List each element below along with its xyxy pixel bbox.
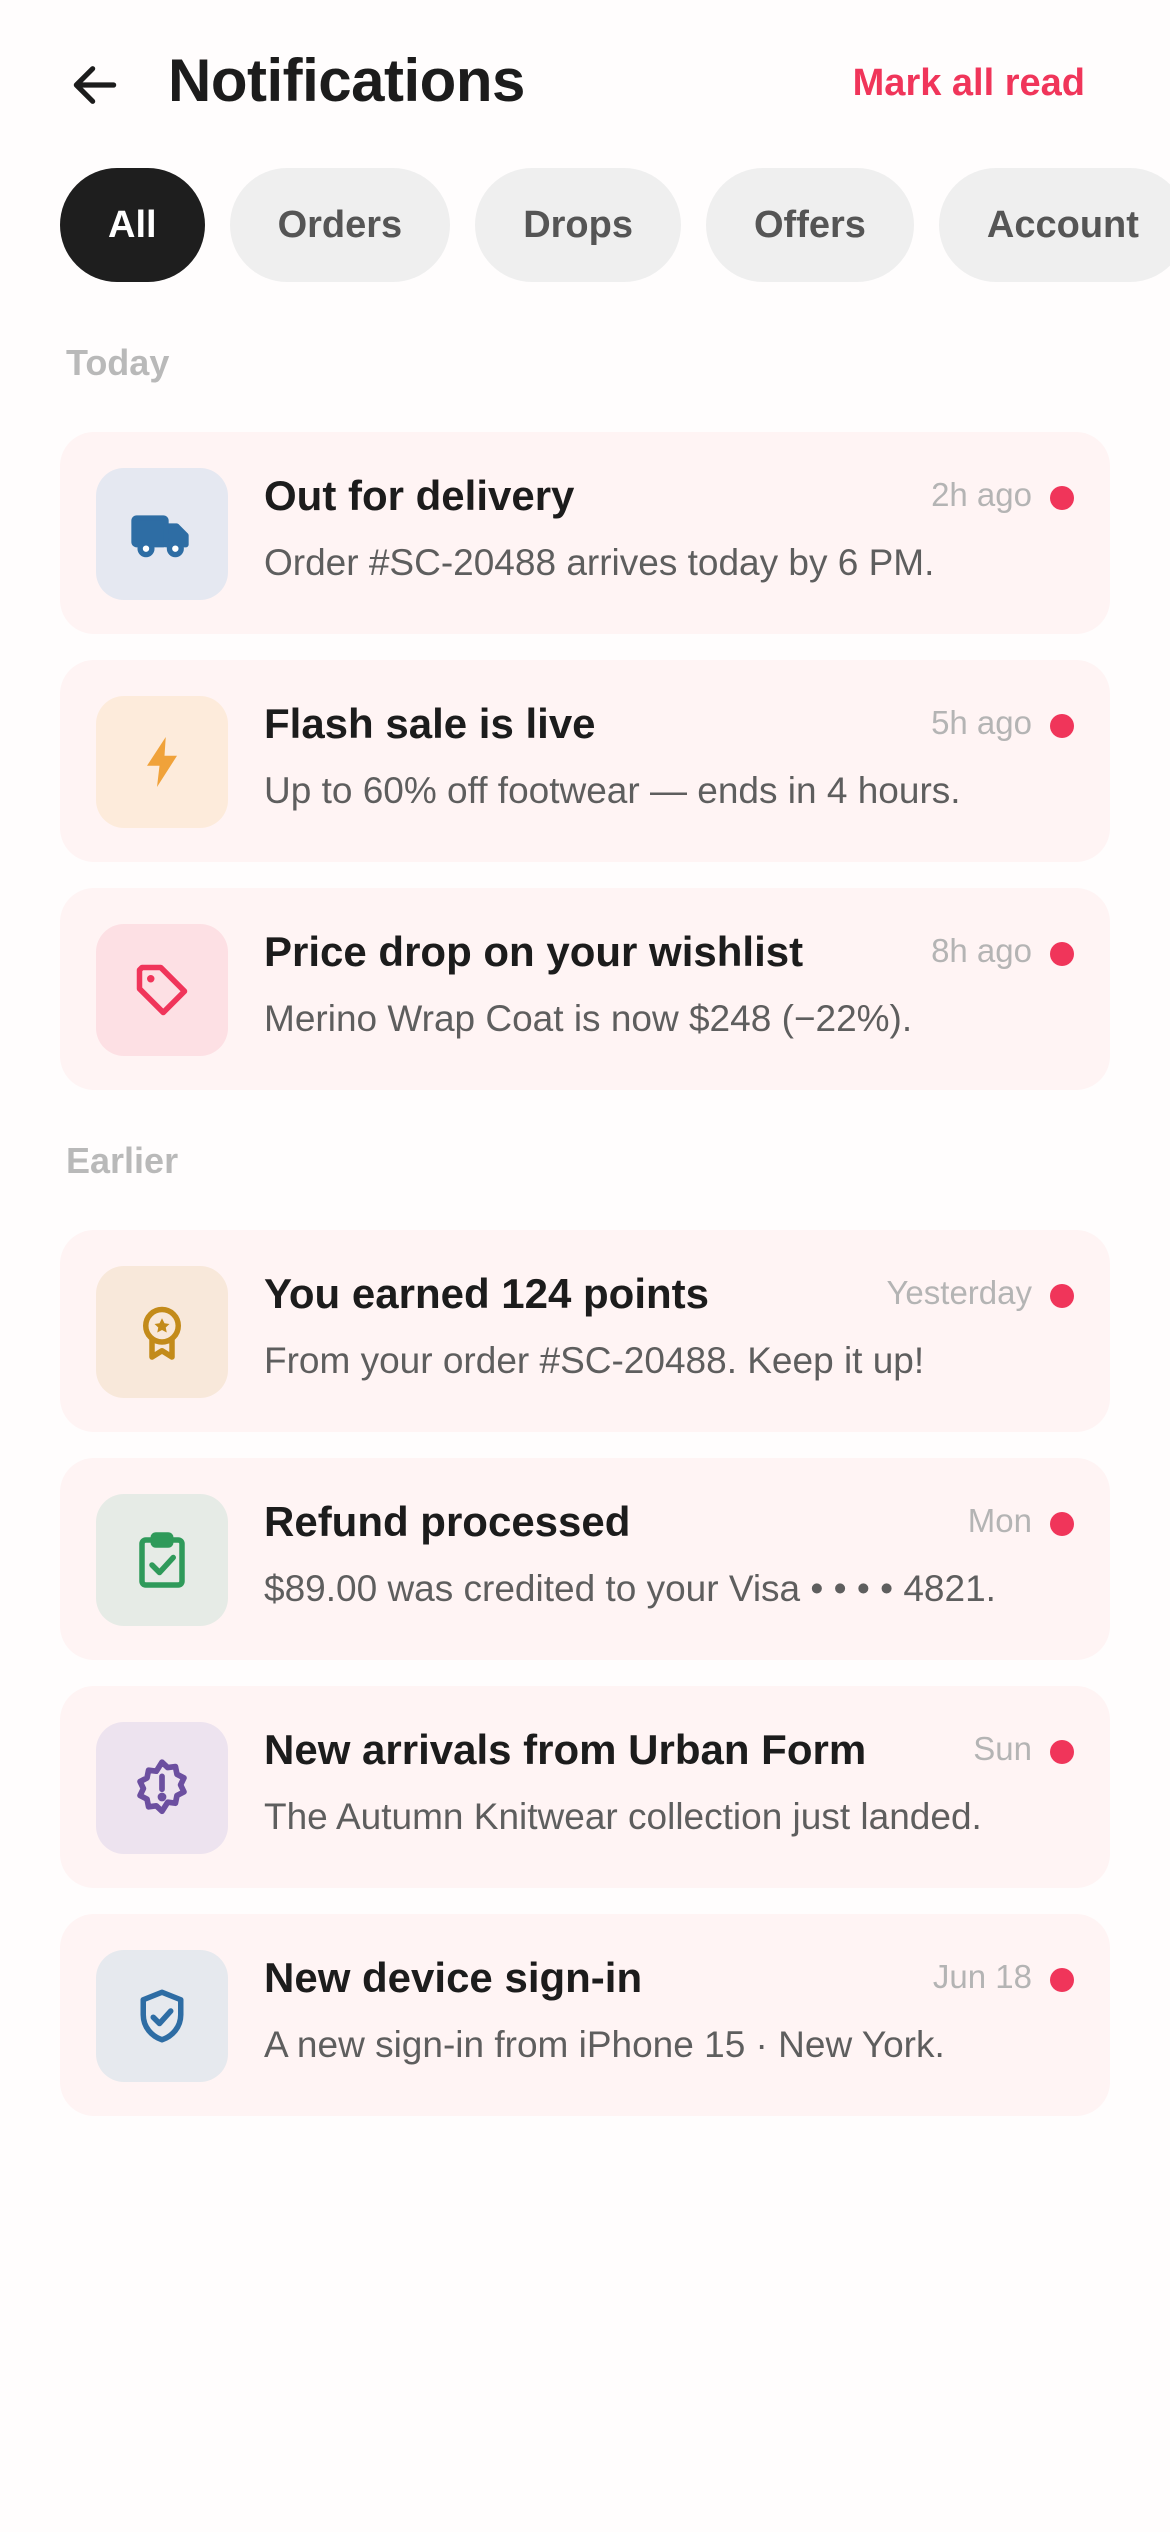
shield-check-icon [140,1989,184,2043]
notification-icon-box [96,468,228,600]
filter-chip-all[interactable]: All [60,168,205,282]
notification-time: Jun 18 [932,1958,1032,1995]
notification-icon-box [96,696,228,828]
filter-chip-orders[interactable]: Orders [229,168,451,282]
truck-icon [131,515,189,558]
unread-dot [1050,714,1074,738]
back-button[interactable] [62,52,128,118]
notification-body: Merino Wrap Coat is now $248 (−22%). [264,998,913,1039]
notification-icon-box [96,1266,228,1398]
notification-title: You earned 124 points [264,1270,709,1317]
filter-chips: All Orders Drops Offers Account [60,168,1170,282]
app-header: Notifications Mark all read [0,0,1170,160]
tag-icon [136,964,188,1016]
unread-dot [1050,486,1074,510]
notification-title: Flash sale is live [264,700,596,747]
notification-title: New device sign-in [264,1954,643,2001]
notification-body: Up to 60% off footwear — ends in 4 hours… [264,770,961,811]
notification-title: Out for delivery [264,472,575,519]
clipboard-check-icon [139,1532,185,1588]
unread-dot [1050,1512,1074,1536]
notification-time: 5h ago [931,704,1032,741]
notification-icon-box [96,1950,228,2082]
notification-icon-box [96,1722,228,1854]
notification-card[interactable]: Out for delivery Order #SC-20488 arrives… [60,432,1110,634]
notification-icon-box [96,1494,228,1626]
badge-icon [143,1306,181,1360]
alert-badge-icon [137,1759,187,1815]
notification-time: Sun [973,1730,1032,1767]
notification-body: Order #SC-20488 arrives today by 6 PM. [264,542,935,583]
notification-card[interactable]: Flash sale is live Up to 60% off footwea… [60,660,1110,862]
page-title: Notifications [168,47,525,114]
notification-card[interactable]: New device sign-in A new sign-in from iP… [60,1914,1110,2116]
notification-body: A new sign-in from iPhone 15 · New York. [264,2024,945,2065]
notification-card[interactable]: Refund processed $89.00 was credited to … [60,1458,1110,1660]
lightning-icon [147,737,177,787]
notification-card[interactable]: You earned 124 points From your order #S… [60,1230,1110,1432]
notification-time: Mon [967,1502,1032,1539]
filter-chip-account[interactable]: Account [938,168,1170,282]
notification-title: Price drop on your wishlist [264,928,804,975]
notification-card[interactable]: Price drop on your wishlist Merino Wrap … [60,888,1110,1090]
notification-icon-box [96,924,228,1056]
filter-chip-offers[interactable]: Offers [705,168,914,282]
notification-body: $89.00 was credited to your Visa • • • •… [264,1568,996,1609]
mark-all-read-button[interactable]: Mark all read [853,62,1085,105]
notification-title: Refund processed [264,1498,631,1545]
unread-dot [1050,942,1074,966]
section-label-earlier: Earlier [66,1140,179,1181]
notification-time: 8h ago [931,932,1032,969]
section-label-today: Today [66,342,170,383]
unread-dot [1050,1968,1074,1992]
notification-title: New arrivals from Urban Form [264,1726,867,1773]
unread-dot [1050,1284,1074,1308]
notification-body: From your order #SC-20488. Keep it up! [264,1340,925,1381]
arrow-left-icon [73,66,117,104]
notification-time: Yesterday [886,1274,1032,1311]
notification-time: 2h ago [931,476,1032,513]
unread-dot [1050,1740,1074,1764]
notification-card[interactable]: New arrivals from Urban Form The Autumn … [60,1686,1110,1888]
filter-chip-drops[interactable]: Drops [475,168,681,282]
notification-body: The Autumn Knitwear collection just land… [264,1796,982,1837]
